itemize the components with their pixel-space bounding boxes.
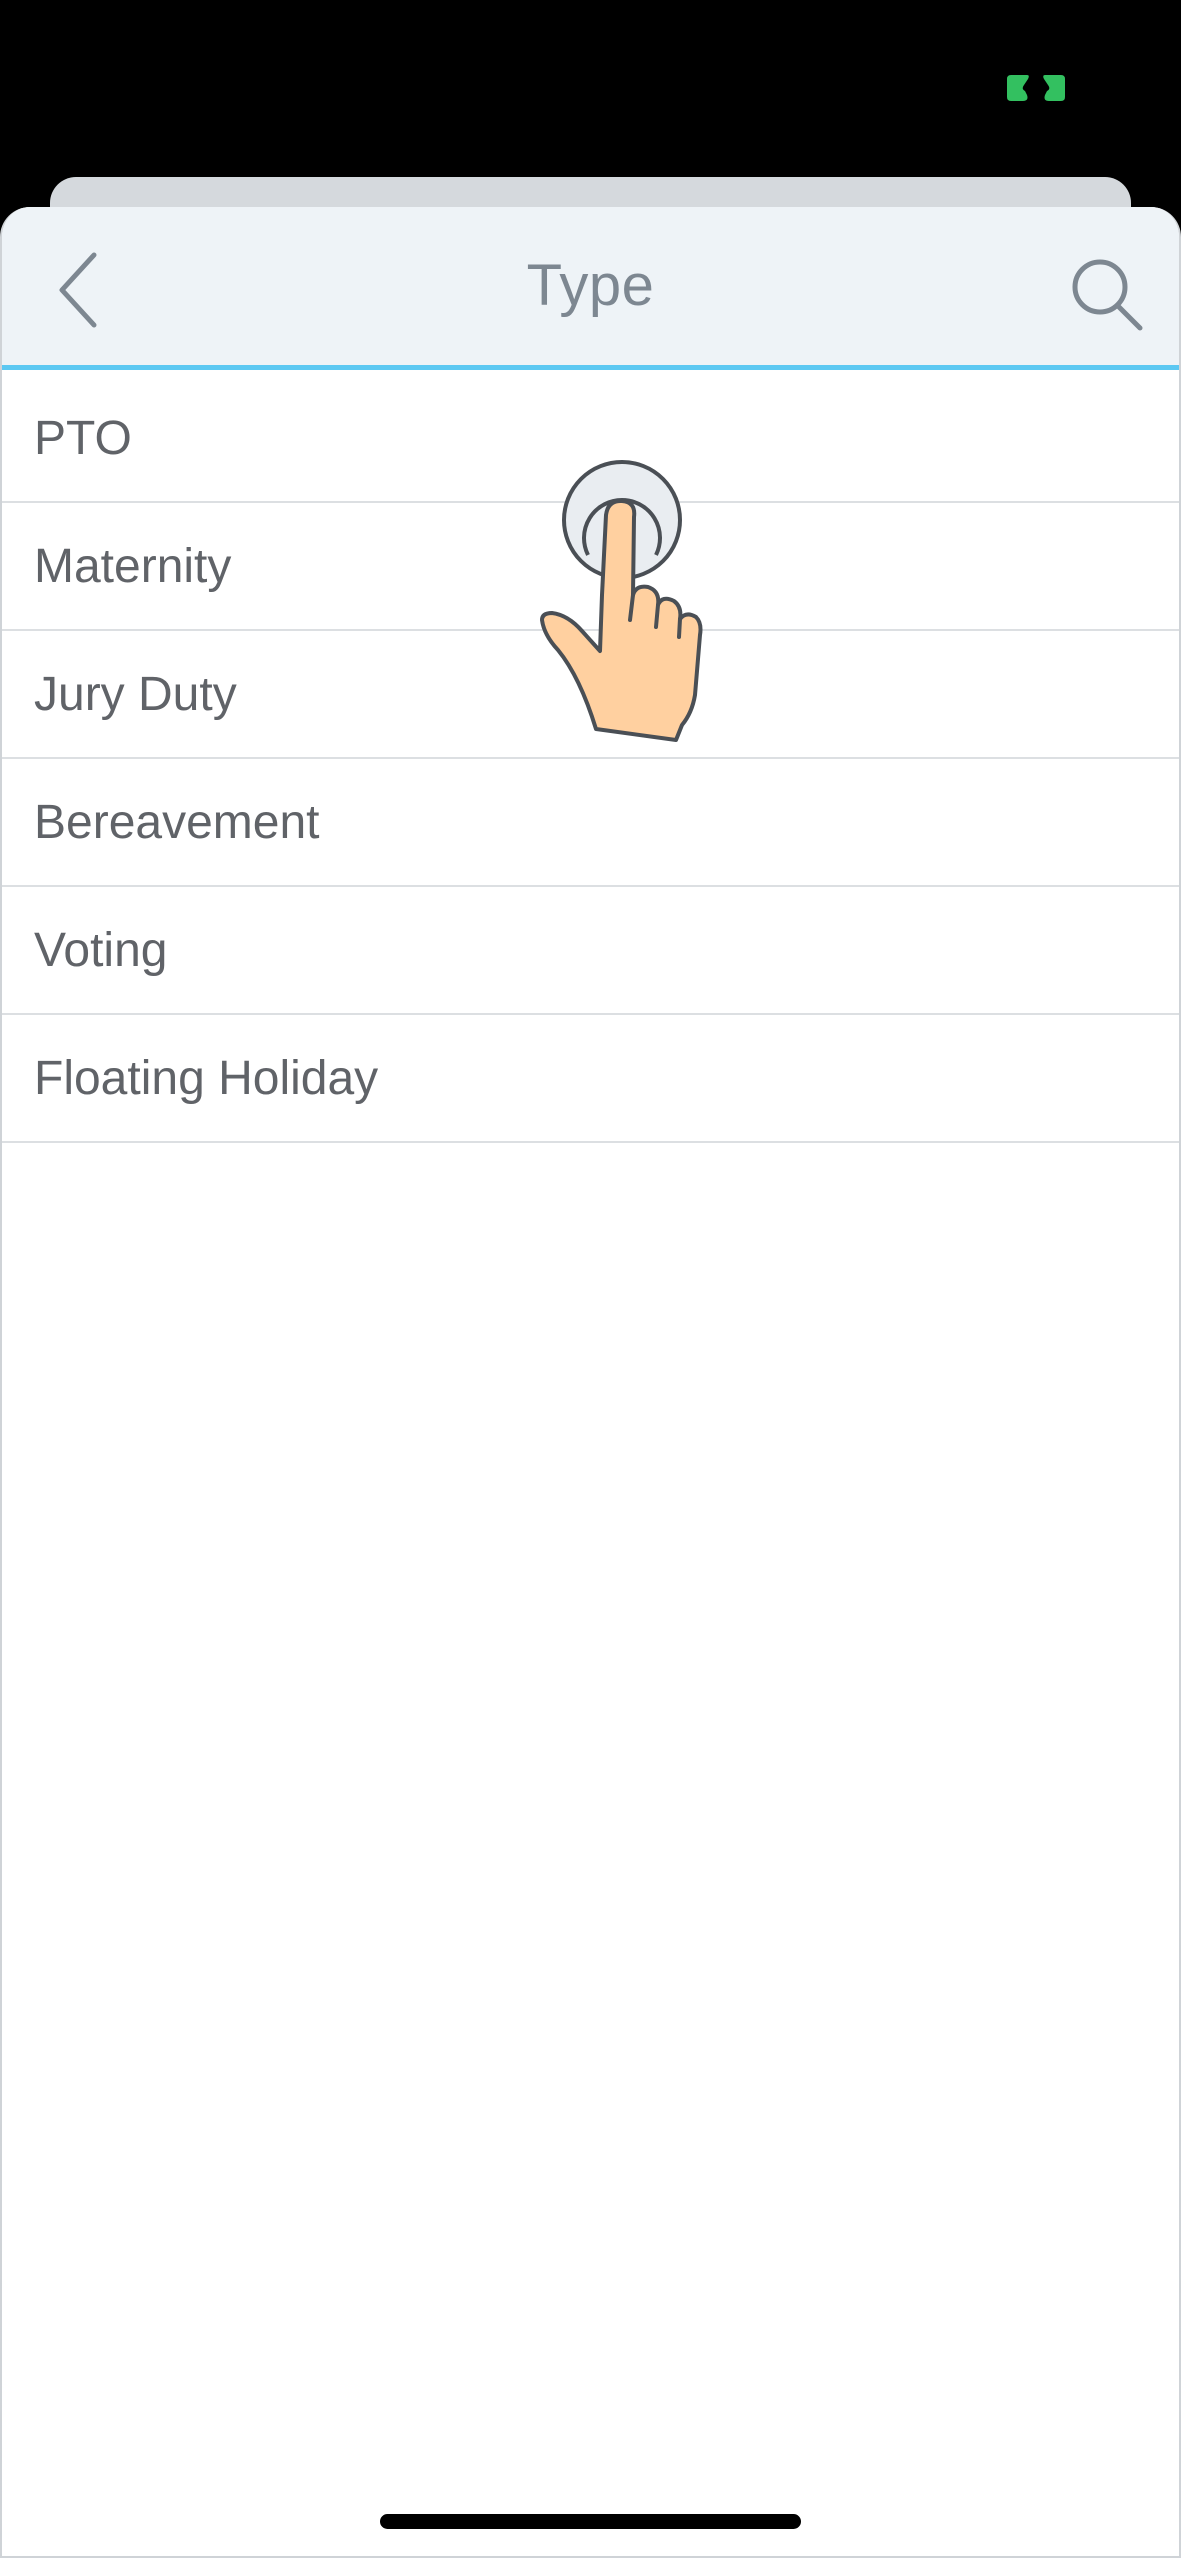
- list-item-pto[interactable]: PTO: [2, 375, 1179, 503]
- home-indicator[interactable]: [380, 2514, 801, 2529]
- list-item-floating-holiday[interactable]: Floating Holiday: [2, 1015, 1179, 1143]
- type-picker-sheet: Type PTO Maternity Jury Duty Bereavement…: [0, 207, 1181, 2558]
- search-icon: [1072, 259, 1143, 331]
- list-item-maternity[interactable]: Maternity: [2, 503, 1179, 631]
- page-title: Type: [526, 253, 655, 318]
- link-icon: [1007, 75, 1065, 101]
- app-screen: Type PTO Maternity Jury Duty Bereavement…: [0, 0, 1181, 2558]
- search-button[interactable]: [1062, 251, 1152, 341]
- type-list: PTO Maternity Jury Duty Bereavement Voti…: [2, 375, 1179, 1143]
- list-item-voting[interactable]: Voting: [2, 887, 1179, 1015]
- nav-bar: Type: [2, 207, 1179, 370]
- list-item-bereavement[interactable]: Bereavement: [2, 759, 1179, 887]
- list-item-jury-duty[interactable]: Jury Duty: [2, 631, 1179, 759]
